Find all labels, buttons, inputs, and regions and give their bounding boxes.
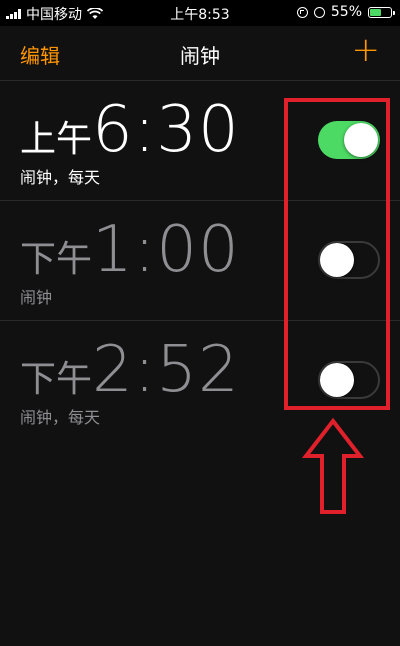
alarm-clock-time: 1:00 <box>92 213 240 287</box>
status-bar: 中国移动 上午8:53 55% <box>0 0 400 26</box>
navigation-bar: 编辑 闹钟 + <box>0 26 400 81</box>
alarm-time: 下午 2:52 <box>20 333 240 407</box>
alarm-clock-time: 6:30 <box>92 93 240 167</box>
annotation-highlight-box <box>284 98 390 410</box>
battery-percent: 55% <box>330 4 362 20</box>
alarm-label: 闹钟 <box>20 288 53 307</box>
rotation-lock-icon <box>296 6 308 18</box>
alarm-label: 闹钟，每天 <box>20 408 101 427</box>
alarm-time: 上午 6:30 <box>20 93 240 167</box>
add-alarm-button[interactable]: + <box>352 30 381 70</box>
battery-icon <box>368 6 395 18</box>
alarm-ampm: 上午 <box>20 119 93 160</box>
alarm-clock-icon <box>313 6 325 18</box>
page-title: 闹钟 <box>180 44 220 68</box>
status-right: 55% <box>296 4 395 20</box>
alarm-screen: 中国移动 上午8:53 55% 编辑 闹钟 + 上午 6:30 闹钟，每天 下午… <box>0 0 400 646</box>
alarm-label: 闹钟，每天 <box>20 168 101 187</box>
battery-level <box>370 8 381 16</box>
alarm-clock-time: 2:52 <box>92 333 240 407</box>
alarm-ampm: 下午 <box>20 359 93 400</box>
alarm-ampm: 下午 <box>20 239 93 280</box>
annotation-up-arrow-icon <box>301 417 365 514</box>
alarm-time: 下午 1:00 <box>20 213 240 287</box>
